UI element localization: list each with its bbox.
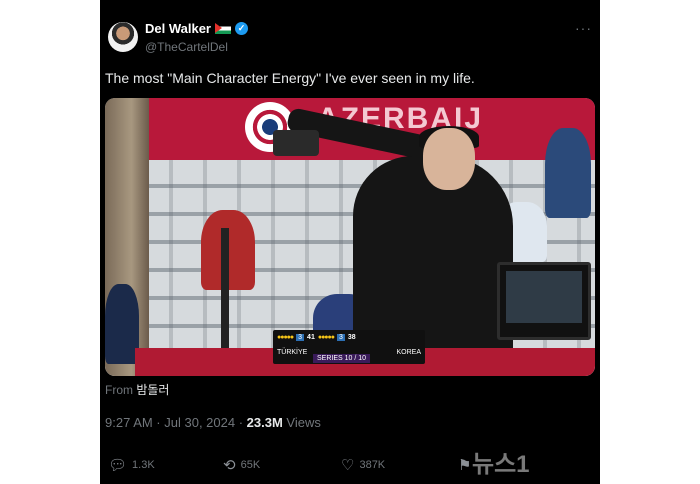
more-dots-icon[interactable]: ··· [575, 20, 592, 36]
avatar[interactable] [108, 22, 138, 52]
display-name[interactable]: Del Walker ✓ [145, 21, 248, 36]
monitor-screen [506, 271, 582, 323]
reply-icon: 💬︎ [108, 457, 128, 474]
scoreboard-left-country: TÜRKİYE [277, 349, 308, 356]
repost-icon: ⟲ [223, 457, 236, 474]
from-label: From [105, 383, 133, 397]
target-stand [221, 228, 229, 358]
shot-dots-icon: ●●●●● [317, 334, 335, 341]
scoreboard-left-series: 3 [296, 334, 305, 341]
scoreboard-row: ●●●●● 3 41 ●●●●● 3 38 [273, 330, 425, 345]
news1-watermark: 뉴스1 [472, 451, 530, 478]
shooter-head [423, 128, 475, 190]
repost-count: 65K [240, 459, 261, 471]
from-source-link[interactable]: 밤돌러 [136, 383, 169, 397]
palestine-flag-icon [215, 23, 231, 34]
scoreboard-right-series: 3 [336, 334, 345, 341]
spectator-right [545, 128, 591, 218]
like-count: 387K [359, 459, 386, 471]
score-monitor [497, 262, 591, 340]
scoreboard-right-country: KOREA [396, 349, 421, 356]
spectator-left [105, 284, 139, 364]
views-label: Views [282, 415, 321, 430]
media-source: From 밤돌러 [105, 381, 169, 398]
tweet-card: Del Walker ✓ @TheCartelDel ··· The most … [100, 0, 600, 484]
repost-button[interactable]: ⟲ 65K [223, 456, 260, 474]
user-handle[interactable]: @TheCartelDel [145, 40, 228, 54]
pistol [273, 130, 319, 156]
scoreboard-right-score: 38 [347, 334, 356, 341]
reply-count: 1.3K [132, 459, 155, 471]
views-count: 23.3M [246, 415, 283, 430]
scoreboard-overlay: ●●●●● 3 41 ●●●●● 3 38 TÜRKİYE KOREA SERI… [273, 330, 425, 364]
bookmark-icon: ⚑ [458, 457, 472, 474]
reply-button[interactable]: 💬︎ 1.3K [108, 456, 155, 474]
bookmark-button[interactable]: ⚑ [458, 456, 471, 474]
verified-badge-icon: ✓ [235, 22, 248, 35]
timestamp[interactable]: 9:27 AM · Jul 30, 2024 · [105, 415, 247, 430]
shot-dots-icon: ●●●●● [277, 334, 294, 341]
tweet-media-image[interactable]: AZERBAIJ ●●●●● 3 41 ●●●●● 3 38 TÜRKİYE K… [105, 98, 595, 376]
heart-icon: ♡ [341, 457, 355, 474]
display-name-text[interactable]: Del Walker [145, 21, 211, 36]
scoreboard-left-score: 41 [307, 334, 315, 341]
scoreboard-series: SERIES 10 / 10 [313, 354, 371, 363]
like-button[interactable]: ♡ 387K [341, 456, 385, 474]
tweet-meta: 9:27 AM · Jul 30, 2024 · 23.3M Views [105, 415, 321, 430]
tweet-text: The most "Main Character Energy" I've ev… [105, 70, 475, 86]
